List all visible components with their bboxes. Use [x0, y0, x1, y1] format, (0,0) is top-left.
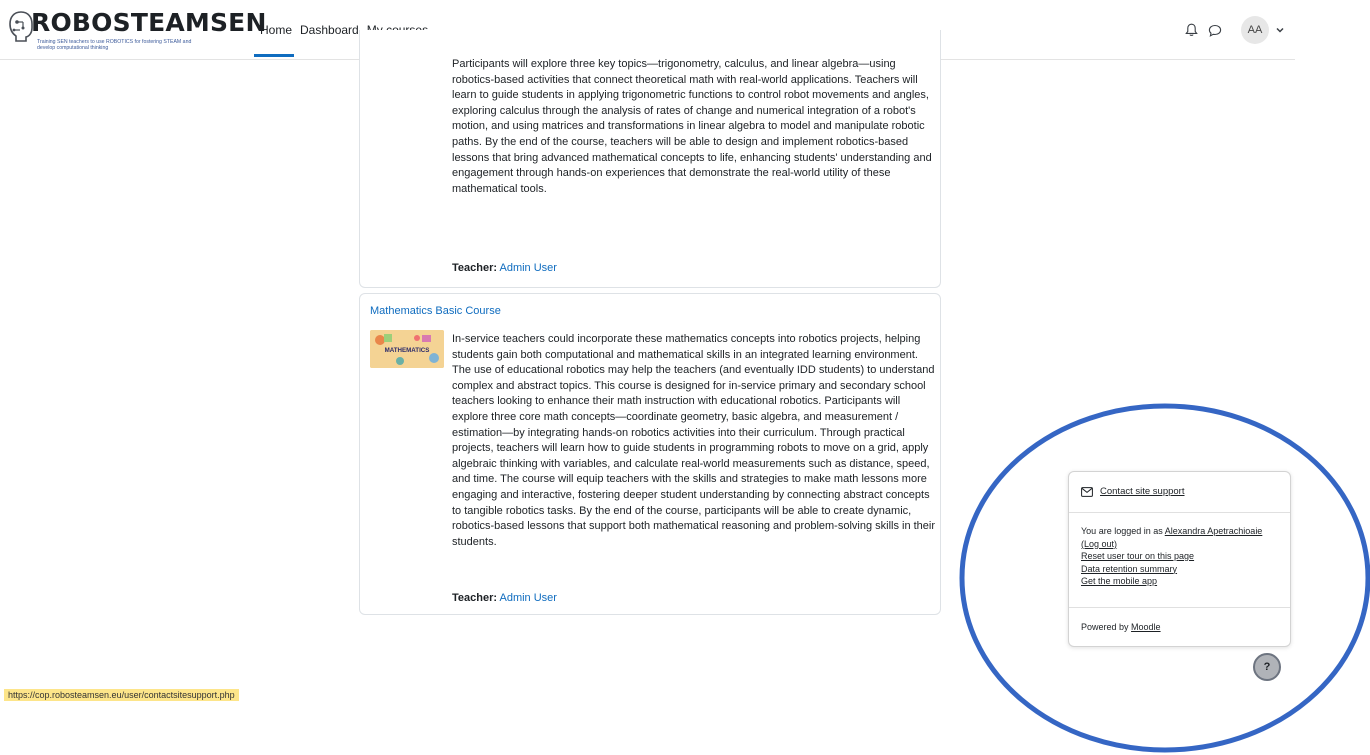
contact-site-support: Contact site support	[1081, 486, 1185, 497]
course-image-graphic: MATHEMATICS	[370, 330, 444, 368]
user-profile-link[interactable]: Alexandra Apetrachioaie	[1165, 526, 1263, 536]
envelope-icon	[1081, 486, 1093, 497]
teacher-link[interactable]: Admin User	[500, 592, 557, 604]
mobile-app-link[interactable]: Get the mobile app	[1081, 576, 1157, 586]
course-summary: In-service teachers could incorporate th…	[452, 333, 936, 548]
course-teacher: Teacher: Admin User	[452, 262, 557, 274]
contact-site-support-link[interactable]: Contact site support	[1100, 486, 1185, 497]
reset-tour-link[interactable]: Reset user tour on this page	[1081, 551, 1194, 561]
logout-link[interactable]: (Log out)	[1081, 539, 1117, 549]
logged-in-text: You are logged in as	[1081, 526, 1163, 536]
chat-icon	[1208, 24, 1222, 37]
chevron-down-icon	[1276, 27, 1284, 33]
footer-contact-section: Contact site support	[1069, 472, 1290, 513]
footer-login-section: You are logged in as Alexandra Apetrachi…	[1069, 513, 1290, 608]
user-navigation: AA	[1181, 0, 1295, 60]
svg-text:MATHEMATICS: MATHEMATICS	[385, 347, 430, 354]
user-menu-toggle[interactable]: AA	[1241, 16, 1285, 44]
course-teacher: Teacher: Admin User	[452, 592, 557, 604]
data-retention-link[interactable]: Data retention summary	[1081, 564, 1177, 574]
teacher-label: Teacher:	[452, 262, 498, 274]
teacher-link[interactable]: Admin User	[500, 262, 557, 274]
bell-icon	[1184, 23, 1198, 36]
course-card: Participants will explore three key topi…	[359, 30, 941, 288]
footer-popover: Contact site support You are logged in a…	[1068, 471, 1291, 647]
brand-tagline: Training SEN teachers to use ROBOTICS fo…	[37, 39, 192, 51]
avatar: AA	[1241, 16, 1269, 44]
footer-powered-section: Powered by Moodle	[1069, 608, 1290, 648]
course-image[interactable]: MATHEMATICS	[370, 330, 444, 368]
login-info: You are logged in as Alexandra Apetrachi…	[1081, 525, 1262, 588]
messages-button[interactable]	[1205, 20, 1225, 40]
course-title-link[interactable]: Mathematics Basic Course	[370, 305, 501, 317]
status-bar-url: https://cop.robosteamsen.eu/user/contact…	[4, 689, 239, 701]
nav-home[interactable]: Home	[253, 0, 296, 60]
moodle-link[interactable]: Moodle	[1131, 622, 1161, 632]
teacher-label: Teacher:	[452, 592, 498, 604]
powered-by-text: Powered by	[1081, 622, 1129, 632]
nav-dashboard[interactable]: Dashboard	[296, 0, 363, 60]
course-card: Mathematics Basic Course MATHEMATICS In-…	[359, 293, 941, 615]
brand-name: ROBOSTEAMSEN	[31, 8, 267, 37]
footer-help-button[interactable]: ?	[1253, 653, 1281, 681]
course-summary: Participants will explore three key topi…	[452, 58, 932, 195]
notifications-button[interactable]	[1181, 20, 1201, 40]
powered-by: Powered by Moodle	[1081, 622, 1161, 632]
site-logo[interactable]: ROBOSTEAMSEN Training SEN teachers to us…	[8, 6, 266, 51]
